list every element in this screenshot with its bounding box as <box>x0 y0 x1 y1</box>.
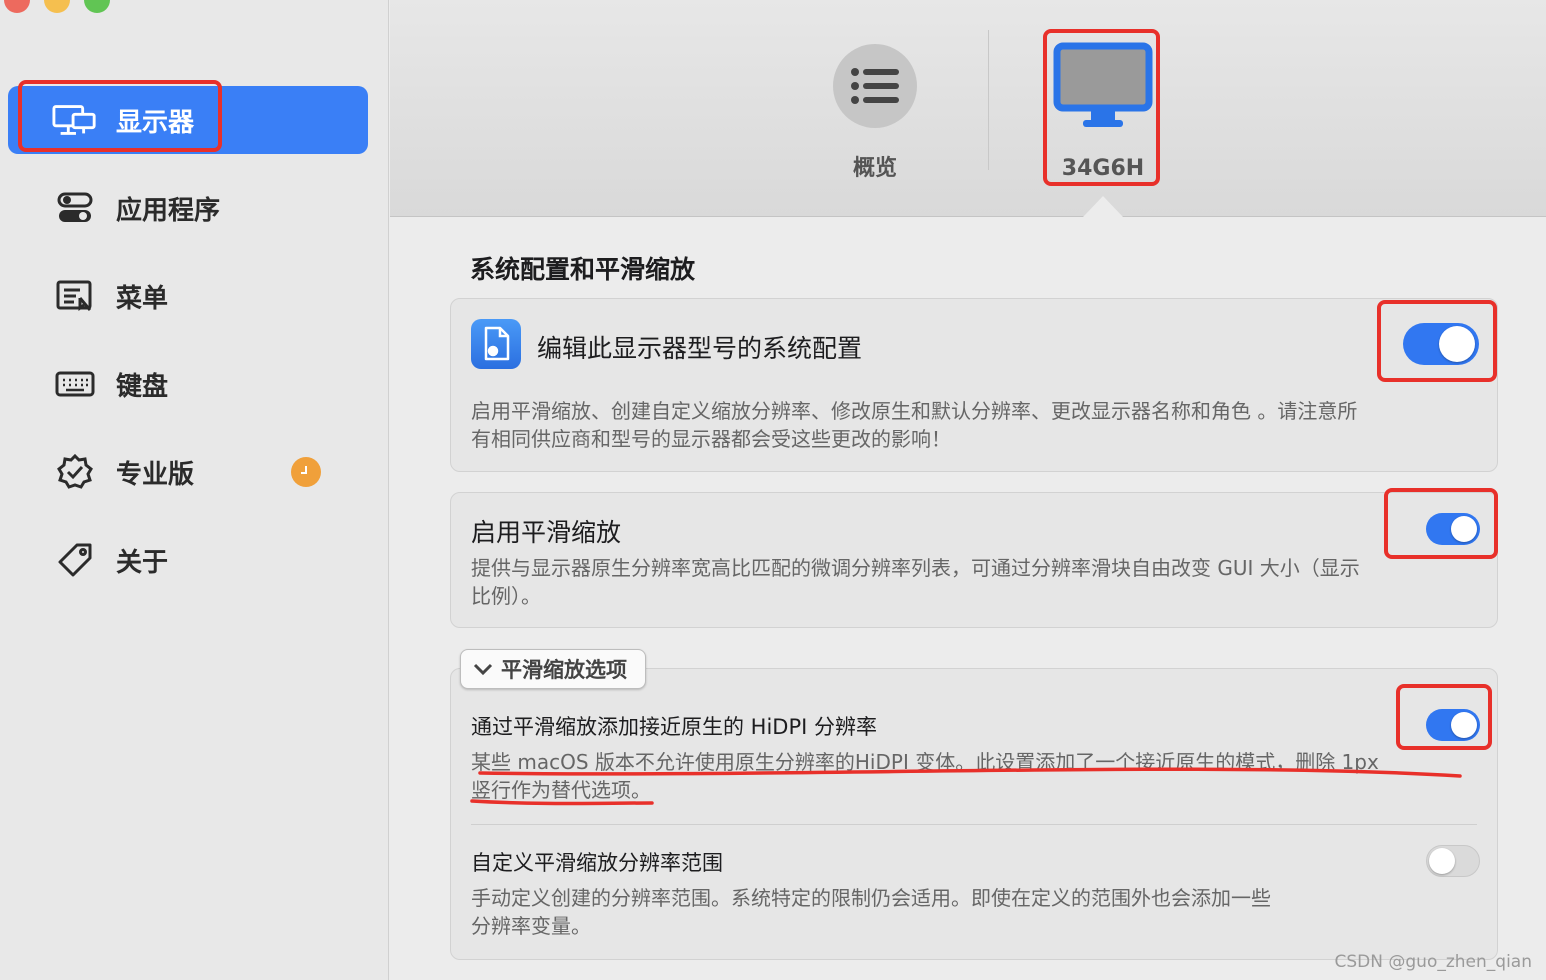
hidpi-near-native-toggle[interactable] <box>1426 709 1480 741</box>
toggles-icon <box>52 188 98 228</box>
smooth-scaling-options-card: 通过平滑缩放添加接近原生的 HiDPI 分辨率 某些 macOS 版本不允许使用… <box>450 668 1498 960</box>
sidebar-item-keyboard[interactable]: 键盘 <box>8 350 368 418</box>
system-config-desc-line: 有相同供应商和型号的显示器都会受这些更改的影响！ <box>471 427 951 451</box>
menu-icon <box>52 276 98 316</box>
sidebar-item-label: 菜单 <box>116 283 169 314</box>
system-config-title: 编辑此显示器型号的系统配置 <box>537 334 863 363</box>
toolbar-divider <box>988 30 989 170</box>
smooth-scaling-desc-line: 比例）。 <box>471 584 541 608</box>
config-file-icon <box>471 319 521 369</box>
sidebar-item-label: 键盘 <box>116 371 169 402</box>
tab-overview[interactable]: 概览 <box>833 44 917 182</box>
smooth-scaling-options-disclosure[interactable]: 平滑缩放选项 <box>460 649 646 689</box>
zoom-window-button[interactable] <box>84 0 110 13</box>
clock-badge-icon <box>291 457 321 487</box>
sidebar-item-displays[interactable]: 显示器 <box>8 86 368 154</box>
system-config-desc-line: 启用平滑缩放、创建自定义缩放分辨率、修改原生和默认分辨率、更改显示器名称和角色 … <box>471 399 1358 423</box>
sidebar-item-label: 应用程序 <box>116 195 221 226</box>
sidebar-item-pro[interactable]: 专业版 <box>8 438 368 506</box>
watermark: CSDN @guo_zhen_qian <box>1334 952 1532 972</box>
hidpi-near-native-desc-line: 竖行作为替代选项。 <box>471 778 651 802</box>
list-icon <box>833 44 917 128</box>
header-toolbar: 概览 34G6H <box>390 0 1546 217</box>
custom-range-desc-line: 分辨率变量。 <box>471 914 591 938</box>
tag-icon <box>52 540 98 580</box>
smooth-scaling-desc-line: 提供与显示器原生分辨率宽高比匹配的微调分辨率列表，可通过分辨率滑块自由改变 GU… <box>471 556 1360 580</box>
window-controls <box>4 0 110 13</box>
sidebar-item-label: 关于 <box>116 547 169 578</box>
hidpi-near-native-desc-line: 某些 macOS 版本不允许使用原生分辨率的HiDPI 变体。此设置添加了一个接… <box>471 750 1379 774</box>
minimize-window-button[interactable] <box>44 0 70 13</box>
monitor-icon <box>1053 42 1153 127</box>
smooth-scaling-card: 启用平滑缩放 提供与显示器原生分辨率宽高比匹配的微调分辨率列表，可通过分辨率滑块… <box>450 492 1498 628</box>
sidebar-item-apps[interactable]: 应用程序 <box>8 174 368 242</box>
sidebar-item-label: 专业版 <box>116 459 195 490</box>
custom-range-desc-line: 手动定义创建的分辨率范围。系统特定的限制仍会适用。即使在定义的范围外也会添加一些 <box>471 886 1271 910</box>
chevron-down-icon <box>473 663 493 676</box>
tab-label: 概览 <box>852 156 897 181</box>
smooth-scaling-toggle[interactable] <box>1426 513 1480 545</box>
custom-range-toggle[interactable] <box>1426 845 1480 877</box>
displays-icon <box>52 100 98 140</box>
tab-monitor-34g6h[interactable]: 34G6H <box>1045 42 1161 181</box>
tab-label: 34G6H <box>1061 156 1145 181</box>
close-window-button[interactable] <box>4 0 30 13</box>
custom-range-title: 自定义平滑缩放分辨率范围 <box>471 851 723 875</box>
keyboard-icon <box>52 364 98 404</box>
disclosure-label: 平滑缩放选项 <box>501 658 627 682</box>
seal-check-icon <box>52 452 98 492</box>
sidebar-item-about[interactable]: 关于 <box>8 526 368 594</box>
section-title: 系统配置和平滑缩放 <box>470 255 696 284</box>
sidebar-item-label: 显示器 <box>116 107 195 138</box>
row-divider <box>471 824 1477 825</box>
hidpi-near-native-title: 通过平滑缩放添加接近原生的 HiDPI 分辨率 <box>471 715 878 739</box>
selected-tab-pointer <box>1083 196 1123 217</box>
sidebar-item-menu[interactable]: 菜单 <box>8 262 368 330</box>
system-config-toggle[interactable] <box>1403 323 1479 365</box>
system-config-card: 编辑此显示器型号的系统配置 启用平滑缩放、创建自定义缩放分辨率、修改原生和默认分… <box>450 298 1498 472</box>
smooth-scaling-title: 启用平滑缩放 <box>471 518 622 547</box>
sidebar: 显示器 应用程序 菜单 键盘 专业版 关于 <box>0 0 389 980</box>
